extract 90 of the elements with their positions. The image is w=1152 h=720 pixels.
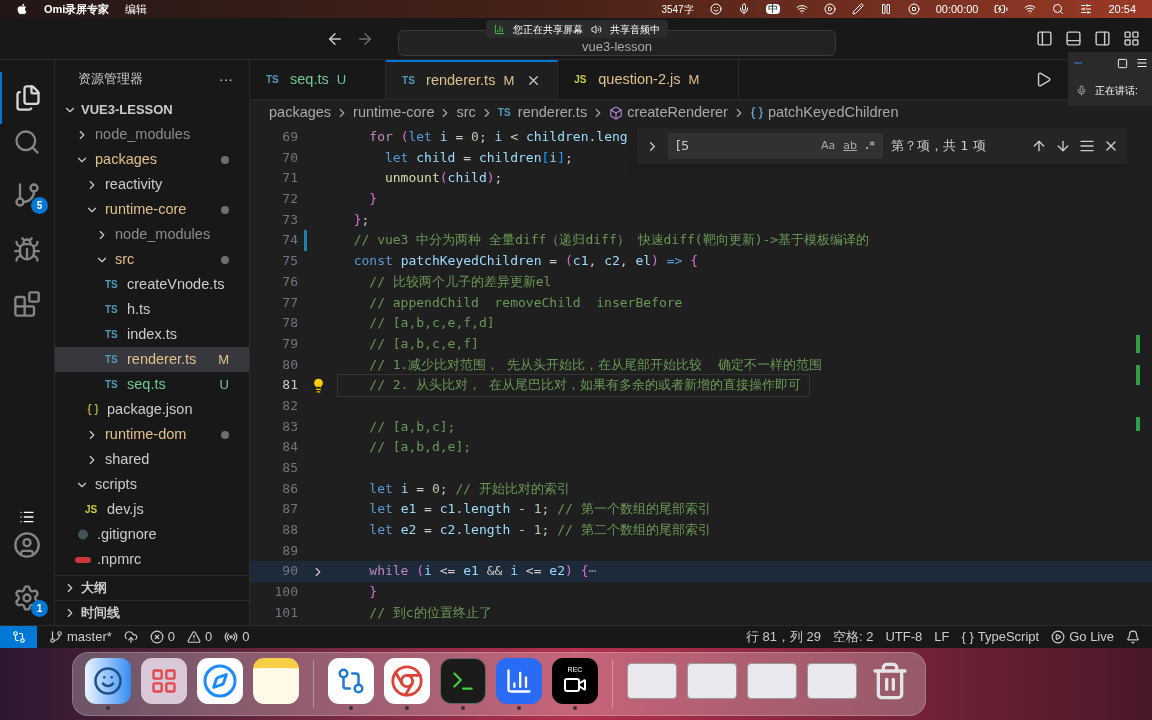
code-line: // 到c的位置终止了 <box>368 603 493 622</box>
sidebar-title: 资源管理器 <box>78 70 143 89</box>
code-line: // [a,b,d,e]; <box>368 438 473 457</box>
file-name: shared <box>105 449 150 469</box>
code-line: let e2 = c2.length - 1; // 第二个数组的尾部索引 <box>368 521 712 540</box>
line-number: 81 <box>281 376 298 395</box>
file-name: dev.js <box>107 499 144 519</box>
line-number: 83 <box>281 417 298 436</box>
file-type-icon: TS <box>105 327 121 342</box>
notification-badge: 1 <box>31 600 48 617</box>
file-name: createVnode.ts <box>127 274 225 294</box>
line-number: 87 <box>281 500 298 519</box>
tab-label: renderer.ts <box>426 70 496 90</box>
match-count: 第？项，共 1 项 <box>891 137 986 156</box>
file-name: index.ts <box>127 324 177 344</box>
line-number: 79 <box>281 334 298 353</box>
file-name: packages <box>95 149 158 169</box>
code-line: } <box>368 583 379 602</box>
code-line: while (i <= e1 && i <= e2) {⋯ <box>368 562 598 581</box>
notification-badge: 5 <box>31 197 48 214</box>
line-number: 69 <box>281 128 298 146</box>
line-number: 74 <box>281 231 298 250</box>
recording-timer: 00:00:00 <box>935 1 979 17</box>
file-type-icon: TS <box>497 105 514 120</box>
line-number: 71 <box>281 169 298 188</box>
code-line: const patchKeyedChildren = (c1, c2, el) => { <box>352 252 700 271</box>
file-type-icon: TS <box>402 73 419 88</box>
file-name: runtime-core <box>105 199 187 219</box>
code-line: for (let i = 0; i < children.leng <box>368 128 629 146</box>
line-number: 78 <box>281 314 298 333</box>
code-line: } <box>368 190 379 209</box>
file-type-icon: TS <box>266 72 282 87</box>
code-line: // vue3 中分为两种 全量diff（递归diff） 快速diff(靶向更新)->基于模板编译的 <box>352 231 871 250</box>
file-type-icon: TS <box>105 302 121 317</box>
line-number: 82 <box>281 396 298 415</box>
menu-bar-clock: 20:54 <box>1108 1 1136 17</box>
file-name: node_modules <box>95 124 191 144</box>
braces-symbol: { } <box>961 628 974 647</box>
code-line: // 1.减少比对范围， 先从头开始比，在从尾部开始比较 确定不一样的范围 <box>368 355 823 374</box>
file-type-icon: TS <box>105 377 121 392</box>
line-number: 77 <box>281 293 298 312</box>
code-line: unmount(child); <box>383 169 504 188</box>
git-status-label: M <box>688 70 700 89</box>
line-number: 76 <box>281 272 298 291</box>
code-line: }; <box>352 210 371 229</box>
line-number: 85 <box>281 459 298 477</box>
file-type-icon: JS <box>85 502 101 517</box>
file-name: src <box>115 249 135 269</box>
line-number: 72 <box>281 190 298 209</box>
file-name: renderer.ts <box>127 349 197 369</box>
tab-label: question-2.js <box>598 69 681 89</box>
line-number: 73 <box>281 210 298 229</box>
code-line: // [a,b,c,e,f] <box>368 334 480 353</box>
line-number: 86 <box>281 479 298 498</box>
file-name: reactivity <box>105 174 163 194</box>
file-name: scripts <box>95 474 137 494</box>
code-line: // appendChild removeChild inserBefore <box>368 293 684 312</box>
file-type-icon: TS <box>105 277 121 292</box>
line-number: 90 <box>281 562 298 581</box>
git-status-label: U <box>336 70 347 89</box>
word-count: 3547字 <box>661 2 694 17</box>
file-name: .npmrc <box>97 549 142 569</box>
code-line: // 2. 从头比对， 在从尾巴比对，如果有多余的或者新增的直接操作即可 <box>338 375 810 396</box>
line-number: 84 <box>281 438 298 457</box>
file-name: h.ts <box>127 299 151 319</box>
git-status-label: M <box>218 350 229 369</box>
file-name: runtime-dom <box>105 424 187 444</box>
line-number: 70 <box>281 148 298 167</box>
line-number: 101 <box>273 603 298 622</box>
line-number: 80 <box>281 355 298 374</box>
code-line: let child = children[i]; <box>383 148 574 167</box>
git-status-label: U <box>219 375 229 394</box>
line-number: 75 <box>281 252 298 271</box>
file-name: .gitignore <box>97 524 157 544</box>
line-number: 88 <box>281 521 298 540</box>
speaking-label: 正在讲话: <box>1095 83 1138 98</box>
tab-label: seq.ts <box>290 69 329 89</box>
file-name: package.json <box>107 399 193 419</box>
code-line: let i = 0; // 开始比对的索引 <box>368 479 571 498</box>
file-type-icon: JS <box>574 72 591 87</box>
git-status-label: M <box>503 71 515 90</box>
line-number: 100 <box>273 583 298 602</box>
file-type-icon: TS <box>105 352 121 367</box>
line-number: 89 <box>281 541 298 560</box>
file-name: node_modules <box>115 224 211 244</box>
code-line: // [a,b,c,e,f,d] <box>368 314 496 333</box>
code-line: // [a,b,c]; <box>368 417 457 436</box>
code-line: // 比较两个儿子的差异更新el <box>368 272 553 291</box>
file-name: seq.ts <box>127 374 166 394</box>
code-line: let e1 = c1.length - 1; // 第一个数组的尾部索引 <box>368 500 712 519</box>
